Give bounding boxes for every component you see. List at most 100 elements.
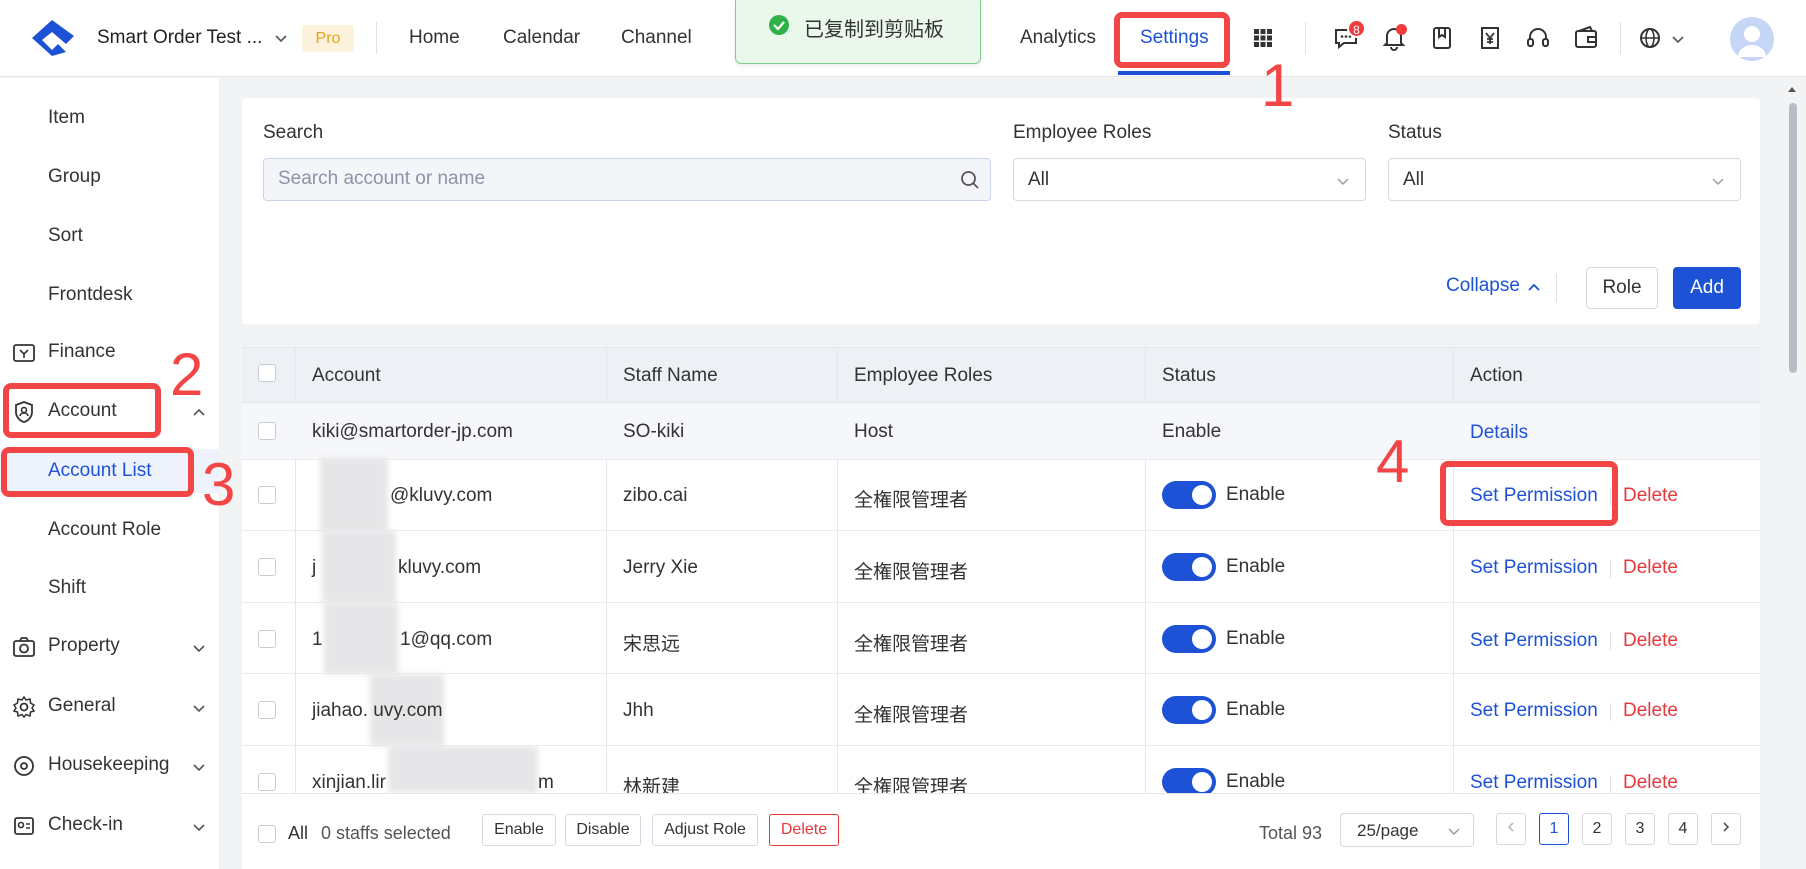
details-link[interactable]: Details — [1470, 422, 1528, 444]
status-toggle[interactable] — [1162, 625, 1216, 653]
collapse-link[interactable]: Collapse — [1446, 275, 1520, 297]
adjust-role-button[interactable]: Adjust Role — [652, 814, 758, 846]
delete-link[interactable]: Delete — [1623, 557, 1678, 579]
row-checkbox[interactable] — [258, 558, 276, 576]
employee-roles-label: Employee Roles — [1013, 122, 1152, 143]
delete-link[interactable]: Delete — [1623, 700, 1678, 722]
search-icon[interactable] — [960, 170, 980, 190]
check-circle-icon — [769, 15, 789, 35]
chevron-right-icon — [1723, 822, 1730, 832]
sidebar: Item Group Sort Frontdesk Finance Accoun… — [0, 78, 219, 869]
prev-page-button[interactable] — [1496, 813, 1526, 845]
set-permission-link[interactable]: Set Permission — [1470, 557, 1598, 579]
row-checkbox[interactable] — [258, 422, 276, 440]
table-row: @kluvy.com zibo.cai 全権限管理者 Enable Set Pe… — [242, 458, 1760, 532]
status-cell: Enable — [1226, 699, 1286, 720]
employee-role-cell: 全権限管理者 — [854, 634, 969, 655]
scrollbar-thumb[interactable] — [1789, 103, 1797, 373]
next-page-button[interactable] — [1711, 813, 1741, 845]
add-button[interactable]: Add — [1673, 267, 1741, 309]
row-checkbox[interactable] — [258, 630, 276, 648]
set-permission-link[interactable]: Set Permission — [1470, 772, 1598, 793]
employee-role-cell: Host — [854, 421, 894, 442]
status-toggle[interactable] — [1162, 768, 1216, 793]
status-select[interactable]: All — [1388, 158, 1741, 201]
employee-roles-value: All — [1028, 169, 1050, 190]
select-all-footer-checkbox[interactable] — [258, 825, 276, 843]
chevron-down-icon — [193, 824, 205, 832]
nav-channel[interactable]: Channel — [621, 27, 692, 49]
select-all-label: All — [288, 823, 309, 843]
role-button[interactable]: Role — [1586, 267, 1658, 309]
staff-name-cell: 林新建 — [623, 777, 681, 793]
wallet-icon[interactable] — [1572, 24, 1600, 52]
account-table: Account Staff Name Employee Roles Status… — [242, 347, 1760, 869]
table-row: jiahao. uvy.com Jhh 全権限管理者 Enable Set Pe… — [242, 674, 1760, 746]
set-permission-link[interactable]: Set Permission — [1470, 630, 1598, 652]
chevron-up-icon[interactable] — [1526, 279, 1542, 295]
apps-grid-icon[interactable] — [1253, 28, 1273, 48]
page-2-button[interactable]: 2 — [1582, 813, 1612, 845]
annotation-number: 1 — [1261, 52, 1295, 119]
status-toggle[interactable] — [1162, 553, 1216, 581]
store-name[interactable]: Smart Order Test ... — [97, 27, 262, 49]
bulk-delete-button[interactable]: Delete — [769, 814, 839, 846]
bulk-disable-button[interactable]: Disable — [565, 814, 641, 846]
total-count: Total 93 — [1259, 823, 1323, 843]
user-icon — [1738, 26, 1766, 57]
chevron-down-icon[interactable] — [1670, 31, 1686, 47]
yen-receipt-icon[interactable] — [1476, 24, 1504, 52]
sidebar-item-frontdesk[interactable]: Frontdesk — [48, 284, 132, 306]
sidebar-item-item[interactable]: Item — [48, 107, 85, 129]
row-checkbox[interactable] — [258, 773, 276, 791]
staff-name-cell: SO-kiki — [623, 421, 685, 442]
page-4-button[interactable]: 4 — [1668, 813, 1698, 845]
delete-link[interactable]: Delete — [1623, 772, 1678, 793]
page-1-button[interactable]: 1 — [1539, 813, 1569, 845]
sidebar-item-sort[interactable]: Sort — [48, 225, 83, 247]
row-checkbox[interactable] — [258, 701, 276, 719]
sidebar-group-housekeeping[interactable]: Housekeeping — [0, 745, 219, 785]
sidebar-group-general[interactable]: General — [0, 686, 219, 726]
account-cell: 1@qq.com — [400, 629, 493, 650]
select-all-checkbox[interactable] — [258, 364, 276, 382]
nav-analytics[interactable]: Analytics — [1020, 27, 1096, 49]
set-permission-link[interactable]: Set Permission — [1470, 485, 1598, 507]
chevron-down-icon[interactable] — [273, 30, 289, 46]
sidebar-group-check-in[interactable]: Check-in — [0, 805, 219, 845]
page-3-button[interactable]: 3 — [1625, 813, 1655, 845]
nav-calendar[interactable]: Calendar — [503, 27, 580, 49]
account-prefix: j — [312, 557, 317, 578]
bookmark-icon[interactable] — [1428, 24, 1456, 52]
sidebar-item-shift[interactable]: Shift — [48, 577, 86, 599]
delete-link[interactable]: Delete — [1623, 485, 1678, 507]
employee-roles-select[interactable]: All — [1013, 158, 1366, 201]
search-input[interactable] — [278, 168, 938, 190]
bulk-enable-button[interactable]: Enable — [482, 814, 556, 846]
page-size-select[interactable]: 25/page — [1340, 813, 1474, 847]
account-suffix: m — [538, 772, 554, 793]
account-cell: kiki@smartorder-jp.com — [312, 421, 513, 442]
status-toggle[interactable] — [1162, 481, 1216, 509]
globe-language-icon[interactable] — [1636, 24, 1664, 52]
sidebar-item-account-list[interactable]: Account List — [48, 460, 152, 482]
headset-support-icon[interactable] — [1524, 24, 1552, 52]
message-count-badge: 8 — [1347, 19, 1366, 38]
header-divider — [1305, 22, 1306, 54]
set-permission-link[interactable]: Set Permission — [1470, 700, 1598, 722]
avatar[interactable] — [1730, 17, 1774, 61]
scroll-up-arrow-icon[interactable] — [1785, 82, 1799, 96]
table-row: xinjian.lir m 林新建 全権限管理者 Enable Set Perm… — [242, 746, 1760, 793]
search-field[interactable] — [263, 158, 991, 201]
status-toggle[interactable] — [1162, 696, 1216, 724]
action-divider — [1610, 775, 1611, 793]
nav-settings[interactable]: Settings — [1140, 27, 1209, 49]
row-checkbox[interactable] — [258, 486, 276, 504]
delete-link[interactable]: Delete — [1623, 630, 1678, 652]
shield-user-icon — [15, 401, 33, 423]
app-logo-icon[interactable] — [28, 16, 78, 58]
sidebar-item-account-role[interactable]: Account Role — [48, 519, 161, 541]
sidebar-group-property[interactable]: Property — [0, 626, 219, 666]
sidebar-item-group[interactable]: Group — [48, 166, 101, 188]
nav-home[interactable]: Home — [409, 27, 460, 49]
